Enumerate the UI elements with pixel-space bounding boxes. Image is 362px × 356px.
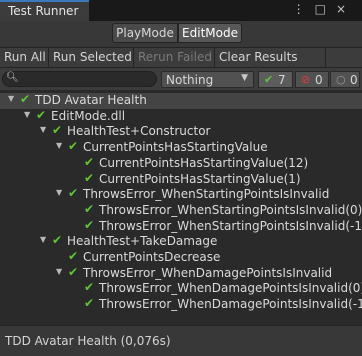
- tree-row[interactable]: ▼ ✔ ThrowsError_WhenDamagePointsIsInvalid: [0, 264, 362, 282]
- toolbar-divider: [48, 48, 49, 67]
- search-input[interactable]: 🔍︎: [2, 71, 157, 87]
- rerun-failed-button[interactable]: Rerun Failed: [138, 50, 212, 64]
- skipped-count: 0: [350, 73, 358, 87]
- search-icon: 🔍︎: [6, 72, 19, 83]
- tree-row[interactable]: ▼ ✔ EditMode.dll: [0, 107, 362, 125]
- tab-test-runner[interactable]: Test Runner: [0, 0, 89, 21]
- run-selected-button[interactable]: Run Selected: [53, 50, 132, 64]
- passed-filter-toggle[interactable]: ✔ 7: [258, 71, 293, 88]
- passed-check-icon: ✔: [84, 217, 95, 232]
- tree-row[interactable]: ▼ ✔ HealthTest+TakeDamage: [0, 233, 362, 250]
- check-icon: ✔: [264, 73, 274, 86]
- expand-arrow-icon[interactable]: ▼: [56, 141, 62, 150]
- chevron-down-icon: ▼: [241, 73, 248, 83]
- tree-row-label: ThrowsError_WhenStartingPointsIsInvalid(…: [99, 202, 362, 217]
- tree-row-label: TDD Avatar Health: [35, 93, 147, 107]
- expand-arrow-icon[interactable]: ▼: [56, 188, 62, 197]
- expand-arrow-icon[interactable]: ▼: [40, 235, 46, 244]
- editmode-button[interactable]: EditMode: [178, 23, 242, 43]
- passed-check-icon: ✔: [68, 249, 79, 263]
- tree-row[interactable]: ✔ CurrentPointsDecrease: [0, 249, 362, 266]
- window-titlebar: Test Runner ⋮□×: [0, 0, 362, 21]
- tree-row[interactable]: ▼ ✔ ThrowsError_WhenStartingPointsIsInvali…: [0, 186, 362, 203]
- failed-count: 0: [315, 73, 323, 87]
- passed-check-icon: ✔: [20, 92, 31, 106]
- tree-row-label: EditMode.dll: [51, 108, 126, 123]
- tree-row-label: HealthTest+Constructor: [67, 124, 211, 139]
- tree-row[interactable]: ✔ ThrowsError_WhenDamagePointsIsInvalid(-…: [0, 296, 362, 313]
- filter-bar: 🔍︎ Nothing ▼ ✔ 7 ⊘ 0 ○ 0: [0, 68, 362, 90]
- test-tree: ▼ ✔ TDD Avatar Health ▼ ✔ EditMode.dll ▼ ✔ Healt…: [0, 90, 362, 325]
- tree-row-label: HealthTest+TakeDamage: [67, 234, 218, 249]
- passed-check-icon: ✔: [84, 154, 95, 169]
- run-all-button[interactable]: Run All: [4, 50, 46, 64]
- category-dropdown[interactable]: Nothing ▼: [161, 71, 254, 88]
- passed-check-icon: ✔: [68, 139, 79, 154]
- tree-row[interactable]: ▼ ✔ CurrentPointsHasStartingValue: [0, 139, 362, 156]
- passed-check-icon: ✔: [68, 186, 79, 201]
- passed-check-icon: ✔: [52, 123, 63, 138]
- status-text: TDD Avatar Health (0,076s): [5, 334, 171, 348]
- tree-row-label: ThrowsError_WhenDamagePointsIsInvalid: [83, 265, 333, 280]
- tree-row[interactable]: ✔ ThrowsError_WhenStartingPointsIsInvalid…: [0, 201, 362, 219]
- tree-row-label: ThrowsError_WhenDamagePointsIsInvalid(0): [99, 281, 362, 296]
- more-icon[interactable]: ⋮: [293, 2, 315, 16]
- toolbar-divider: [325, 48, 326, 67]
- tree-row-label: ThrowsError_WhenStartingPointsIsInvalid(…: [99, 218, 362, 233]
- passed-check-icon: ✔: [52, 233, 63, 248]
- passed-check-icon: ✔: [36, 107, 47, 122]
- failed-icon: ⊘: [301, 73, 311, 86]
- passed-check-icon: ✔: [68, 264, 79, 279]
- skipped-filter-toggle[interactable]: ○ 0: [330, 71, 360, 88]
- window-icons: ⋮□×: [293, 2, 356, 16]
- failed-filter-toggle[interactable]: ⊘ 0: [295, 71, 329, 88]
- passed-check-icon: ✔: [84, 170, 95, 185]
- tree-row[interactable]: ▼ ✔ TDD Avatar Health: [0, 92, 362, 109]
- tree-row-label: CurrentPointsHasStartingValue: [83, 140, 268, 155]
- expand-arrow-icon[interactable]: ▼: [24, 110, 30, 119]
- mode-selector: PlayMode EditMode: [0, 21, 362, 47]
- expand-arrow-icon[interactable]: ▼: [8, 94, 14, 103]
- tree-row-label: ThrowsError_WhenDamagePointsIsInvalid(-1…: [99, 297, 362, 312]
- playmode-button[interactable]: PlayMode: [112, 23, 178, 43]
- toolbar-divider: [214, 48, 215, 67]
- toolbar-divider: [133, 48, 134, 67]
- tree-row[interactable]: ✔ ThrowsError_WhenDamagePointsIsInvalid(0…: [0, 280, 362, 297]
- close-icon[interactable]: ×: [336, 2, 356, 16]
- tree-row[interactable]: ▼ ✔ HealthTest+Constructor: [0, 123, 362, 140]
- passed-count: 7: [278, 73, 286, 87]
- expand-arrow-icon[interactable]: ▼: [40, 125, 46, 134]
- tree-row-label: ThrowsError_WhenStartingPointsIsInvalid: [83, 187, 330, 202]
- skipped-icon: ○: [336, 73, 346, 86]
- expand-arrow-icon[interactable]: ▼: [56, 267, 62, 276]
- category-value: Nothing: [166, 73, 214, 87]
- tree-row-label: CurrentPointsDecrease: [83, 250, 221, 264]
- maximize-icon[interactable]: □: [315, 2, 336, 16]
- passed-check-icon: ✔: [84, 201, 95, 216]
- tab-title: Test Runner: [8, 4, 79, 18]
- clear-results-button[interactable]: Clear Results: [219, 50, 298, 64]
- tree-row-label: CurrentPointsHasStartingValue(12): [99, 155, 309, 170]
- tree-row[interactable]: ✔ CurrentPointsHasStartingValue(1): [0, 170, 362, 188]
- passed-check-icon: ✔: [84, 296, 95, 311]
- tree-row[interactable]: ✔ ThrowsError_WhenStartingPointsIsInvalid…: [0, 217, 362, 235]
- passed-check-icon: ✔: [84, 280, 95, 295]
- tree-row-label: CurrentPointsHasStartingValue(1): [99, 171, 301, 186]
- tree-row[interactable]: ✔ CurrentPointsHasStartingValue(12): [0, 154, 362, 172]
- status-bar: TDD Avatar Health (0,076s): [0, 325, 362, 356]
- toolbar: Run All Run Selected Rerun Failed Clear …: [0, 47, 362, 68]
